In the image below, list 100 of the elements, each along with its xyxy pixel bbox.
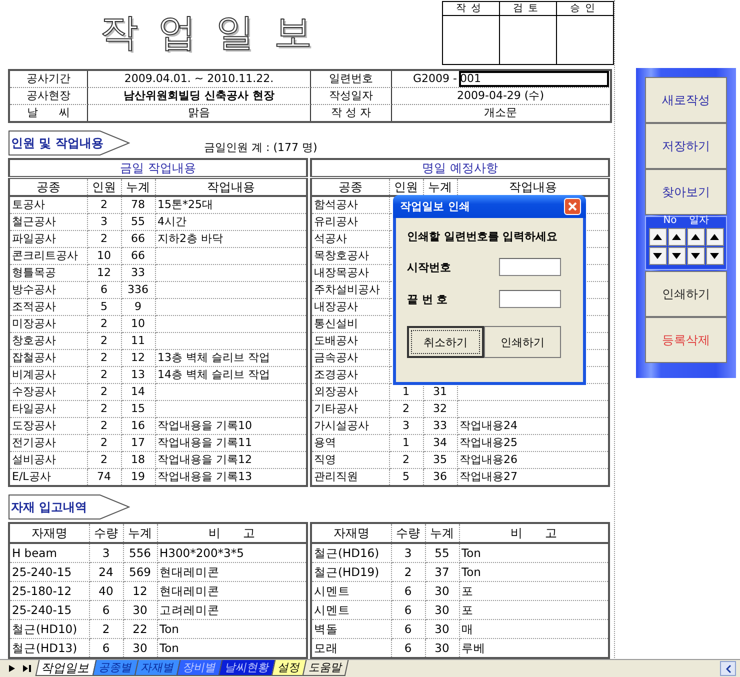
table-cell: 2	[87, 434, 121, 452]
sheet-tab[interactable]: 자재별	[134, 660, 181, 676]
down-triangle-icon	[710, 253, 719, 259]
side-button[interactable]: 찾아보기	[645, 169, 727, 215]
table-cell: 금속공사	[311, 350, 389, 366]
table-cell: 시멘트	[311, 600, 391, 620]
column-header: 자재명	[9, 523, 89, 543]
play-icon	[9, 665, 15, 672]
side-button[interactable]: 인쇄하기	[645, 271, 727, 317]
print-button[interactable]: 인쇄하기	[484, 326, 561, 358]
sheet-tab[interactable]: 공종별	[92, 660, 139, 676]
table-cell: 13	[121, 366, 155, 384]
table-cell: 파일공사	[9, 230, 87, 248]
table-cell: 66	[121, 248, 155, 264]
table-cell: 내장목공사	[311, 264, 389, 282]
down-triangle-icon	[672, 253, 681, 259]
spin-down-button[interactable]	[686, 247, 704, 265]
total-count: 금일인원 계 : (177 명)	[204, 140, 318, 156]
table-cell: 32	[423, 400, 457, 418]
table-cell: 11	[121, 332, 155, 350]
table-cell: 12	[121, 350, 155, 366]
table-cell: 가시설공사	[311, 418, 389, 434]
table-cell: 35	[423, 452, 457, 468]
table-cell: 30	[425, 600, 459, 620]
spin-up-button[interactable]	[686, 228, 704, 246]
sheet-tab[interactable]: 작업일보	[35, 660, 97, 676]
field-label: 작 성 자	[311, 105, 392, 121]
scroll-left-button[interactable]	[720, 661, 736, 676]
table-cell: 17	[121, 434, 155, 452]
table-cell: 토공사	[9, 196, 87, 214]
table-cell: 2	[89, 620, 123, 638]
sheet-tab[interactable]: 날씨현황	[218, 660, 276, 676]
table-cell: 2	[87, 384, 121, 400]
close-button[interactable]	[564, 198, 581, 215]
field-value: 2009.04.01. ~ 2010.11.22.	[88, 71, 311, 88]
spin-up-button[interactable]	[668, 228, 686, 246]
section-title: 자재 입고내역	[11, 499, 88, 516]
skip-end-icon	[23, 665, 31, 672]
table-cell: 시멘트	[311, 582, 391, 600]
input-field[interactable]	[499, 258, 561, 276]
column-header: 공종	[9, 178, 87, 196]
table-cell: 6	[391, 600, 425, 620]
dialog-title: 작업일보 인쇄	[400, 199, 470, 214]
table-cell: 4시간	[155, 214, 307, 230]
approval-label: 검토	[500, 2, 556, 16]
field-label: 작성일자	[311, 88, 392, 105]
input-field[interactable]	[499, 290, 561, 308]
chevron-left-icon	[726, 664, 730, 672]
down-triangle-icon	[691, 253, 700, 259]
table-cell: 40	[89, 582, 123, 600]
down-triangle-icon	[653, 253, 662, 259]
table-cell: 1	[389, 434, 423, 452]
table-cell: 33	[121, 264, 155, 282]
spinner-label: No	[663, 215, 677, 227]
table-cell: 통신설비	[311, 316, 389, 332]
table-cell: 55	[425, 543, 459, 562]
close-icon	[568, 202, 577, 211]
spinner-label: 일자	[688, 215, 709, 227]
table-cell: 작업내용25	[457, 434, 609, 452]
serial-value[interactable]: 001	[459, 71, 609, 87]
table-cell: 철근(HD19)	[311, 562, 391, 582]
spin-up-button[interactable]	[706, 228, 724, 246]
document-title: 작업일보	[100, 9, 332, 56]
table-cell: 25-240-15	[9, 562, 89, 582]
table-cell: 지하2층 바닥	[155, 230, 307, 248]
field-value: 2009-04-29 (수)	[392, 88, 609, 105]
table-cell: 34	[423, 434, 457, 452]
table-cell: 도장공사	[9, 418, 87, 434]
table-cell: 3	[391, 543, 425, 562]
table-cell: 6	[87, 282, 121, 298]
field-value: 남산위원회빌딩 신축공사 현장	[88, 88, 311, 105]
table-cell: 작업내용26	[457, 452, 609, 468]
table-cell: 569	[123, 562, 157, 582]
table-cell: 내장공사	[311, 298, 389, 316]
table-cell: 13층 벽체 슬리브 작업	[155, 350, 307, 366]
section-title: 인원 및 작업내용	[11, 135, 104, 152]
spin-down-button[interactable]	[706, 247, 724, 265]
table-cell: 14층 벽체 슬리브 작업	[155, 366, 307, 384]
side-button[interactable]: 등록삭제	[645, 317, 727, 363]
field-label: 끝 번 호	[407, 292, 448, 306]
up-triangle-icon	[691, 234, 700, 240]
table-cell: 2	[389, 452, 423, 468]
table-cell: 2	[391, 562, 425, 582]
table-cell: 30	[123, 600, 157, 620]
dialog-prompt: 인쇄할 일련번호를 입력하세요	[407, 229, 559, 244]
table-cell: 12	[87, 264, 121, 282]
table-cell: 30	[425, 582, 459, 600]
table-cell: 철근(HD10)	[9, 620, 89, 638]
cancel-button[interactable]: 취소하기	[407, 326, 484, 358]
last-sheet-button[interactable]	[21, 662, 33, 674]
spin-down-button[interactable]	[668, 247, 686, 265]
side-button[interactable]: 새로작성	[645, 77, 727, 123]
table-cell: 24	[89, 562, 123, 582]
table-cell: 미장공사	[9, 316, 87, 332]
spin-up-button[interactable]	[648, 228, 666, 246]
side-button[interactable]: 저장하기	[645, 123, 727, 169]
up-triangle-icon	[653, 234, 662, 240]
spin-down-button[interactable]	[648, 247, 666, 265]
column-header: 공종	[311, 178, 389, 196]
sheet-tab[interactable]: 도움말	[302, 660, 349, 676]
